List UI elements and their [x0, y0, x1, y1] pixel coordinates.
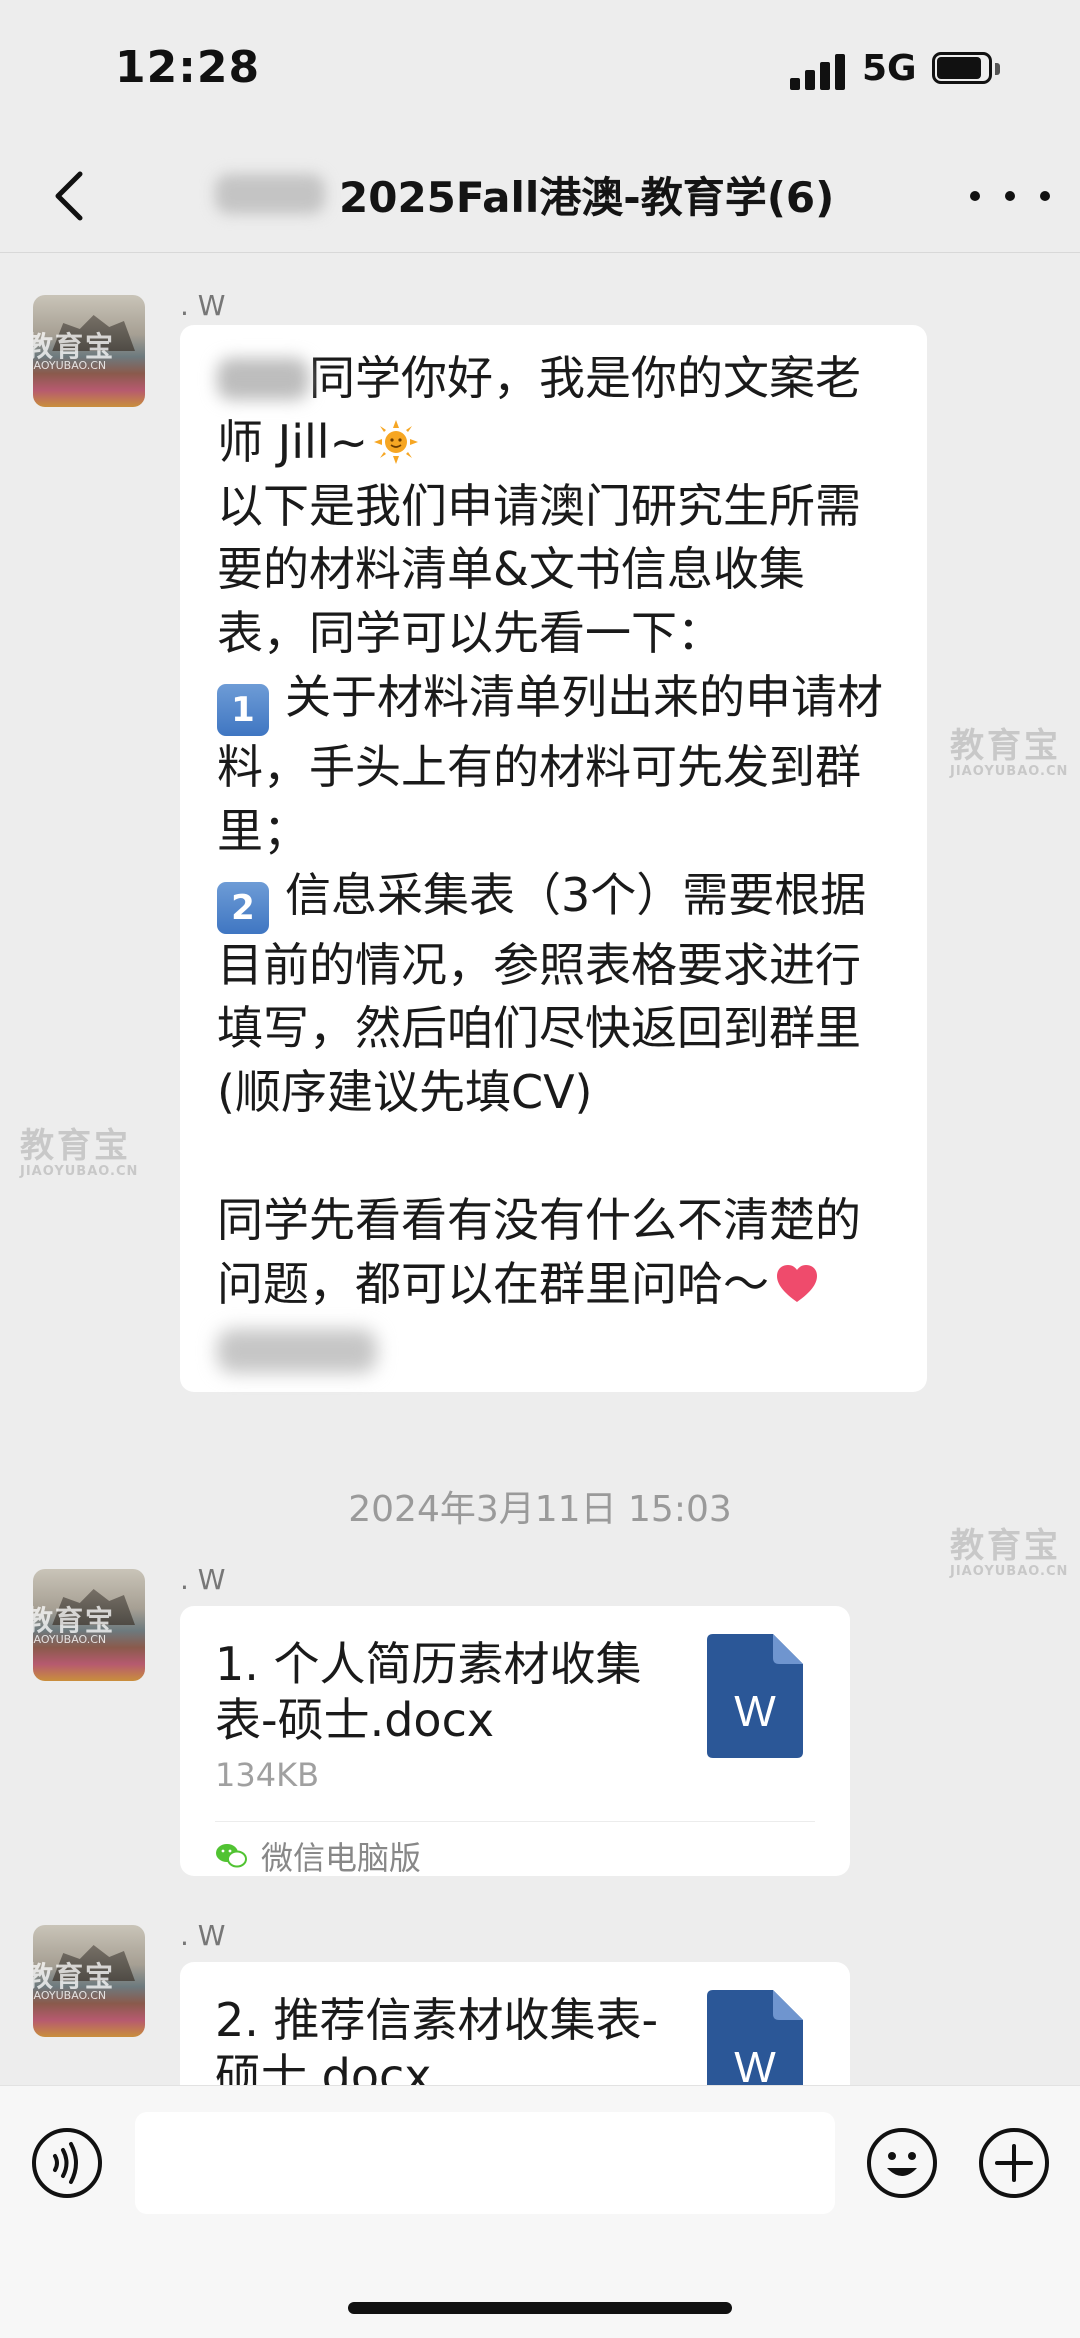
message-text: 同学你好，我是你的文案老师 Jill~ 以下是我们申请澳门研究生所需要的材料清单…	[217, 347, 887, 1380]
emoji-button[interactable]	[865, 2126, 939, 2200]
chevron-left-icon	[55, 171, 83, 221]
avatar[interactable]: 教育宝 JIAOYUBAO.CN	[33, 1569, 145, 1681]
word-doc-icon: W	[707, 1990, 803, 2085]
sender-name: . W	[180, 1563, 226, 1596]
avatar[interactable]: 教育宝 JIAOYUBAO.CN	[33, 295, 145, 407]
keycap-2-icon: 2	[217, 881, 269, 934]
wechat-pc-icon	[216, 1844, 247, 1868]
file-card[interactable]: 2. 推荐信素材收集表-硕士.docx W	[180, 1962, 850, 2085]
timestamp: 2024年3月11日 15:03	[348, 1489, 732, 1530]
sender-name: . W	[180, 1919, 226, 1952]
avatar[interactable]: 教育宝 JIAOYUBAO.CN	[33, 1925, 145, 2037]
more-button[interactable]	[970, 168, 1050, 224]
keycap-1-icon: 1	[217, 683, 269, 736]
file-name: 1. 个人简历素材收集表-硕士.docx	[215, 1637, 642, 1747]
chat-title-wrap: 2025Fall港澳-教育学(6)	[215, 164, 834, 224]
network-label: 5G	[862, 48, 917, 89]
voice-button[interactable]	[30, 2126, 104, 2200]
voice-icon	[32, 2128, 102, 2198]
watermark: 教育宝JIAOYUBAO.CN	[950, 1526, 1069, 1579]
watermark: 教育宝JIAOYUBAO.CN	[950, 726, 1069, 779]
signal-icon	[790, 52, 848, 90]
file-name: 2. 推荐信素材收集表-硕士.docx	[215, 1993, 659, 2085]
status-time: 12:28	[115, 42, 261, 93]
watermark: 教育宝JIAOYUBAO.CN	[20, 1126, 139, 1179]
emoji-icon	[867, 2128, 937, 2198]
chat-title: 2025Fall港澳-教育学(6)	[339, 172, 835, 222]
message-bubble[interactable]: 同学你好，我是你的文案老师 Jill~ 以下是我们申请澳门研究生所需要的材料清单…	[180, 325, 927, 1392]
status-bar: 12:28 5G	[0, 0, 1080, 140]
file-size: 134KB	[215, 1756, 320, 1794]
battery-icon	[932, 52, 1002, 88]
word-doc-icon: W	[707, 1634, 803, 1758]
home-indicator[interactable]	[348, 2302, 732, 2314]
file-divider	[215, 1821, 815, 1822]
svg-text:W: W	[734, 1687, 776, 1736]
redacted-name	[215, 174, 325, 214]
more-dots-icon	[970, 191, 980, 201]
svg-text:W: W	[734, 2043, 776, 2085]
file-source: 微信电脑版	[215, 1836, 421, 1877]
sun-emoji-icon	[374, 419, 419, 464]
heart-emoji-icon	[777, 1264, 817, 1302]
sender-name: . W	[180, 289, 226, 322]
back-button[interactable]	[38, 160, 108, 230]
input-bar	[0, 2085, 1080, 2338]
file-card[interactable]: 1. 个人简历素材收集表-硕士.docx 134KB W 微信电脑版	[180, 1606, 850, 1877]
chat-area[interactable]: 教育宝 JIAOYUBAO.CN . W 同学你好，我是你的文案老师 Jill~…	[0, 253, 1080, 2085]
plus-button[interactable]	[977, 2126, 1051, 2200]
redacted-signature	[217, 1328, 377, 1373]
nav-bar: 2025Fall港澳-教育学(6)	[0, 140, 1080, 252]
plus-icon	[979, 2128, 1049, 2198]
message-input[interactable]	[135, 2112, 835, 2214]
redacted-name	[217, 358, 309, 400]
